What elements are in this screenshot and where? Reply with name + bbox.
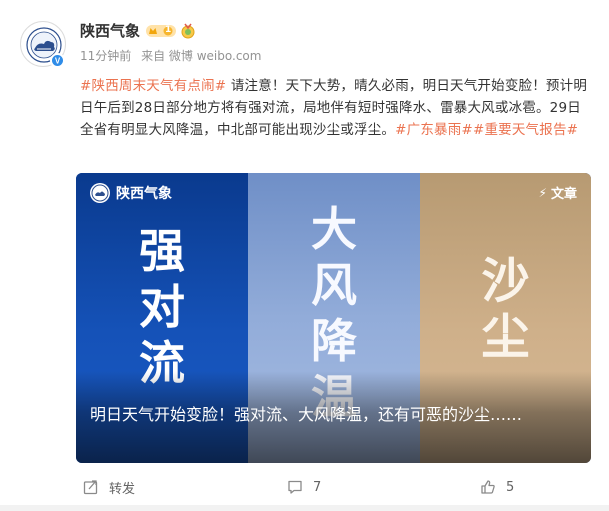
share-button[interactable]: 转发 <box>83 476 135 498</box>
bolt-icon: ⚡ <box>538 185 547 200</box>
like-button[interactable]: 5 <box>480 476 514 498</box>
weibo-post: V 陕西气象 1 11分钟前 来自 微博 weibo.com #陕西周末天气有点… <box>0 0 609 511</box>
svg-text:V: V <box>55 57 61 66</box>
card-brand-label: 陕西气象 <box>116 186 172 202</box>
topic-link[interactable]: #陕西周末天气有点闹# <box>80 78 226 94</box>
comment-count: 7 <box>313 479 322 495</box>
article-tag: ⚡ 文章 <box>538 183 577 203</box>
username[interactable]: 陕西气象 <box>80 21 140 41</box>
like-icon <box>481 480 495 494</box>
share-icon <box>83 480 98 495</box>
verified-icon: V <box>50 53 65 68</box>
level-badge-text: 1 <box>165 25 172 35</box>
comment-button[interactable]: 7 <box>287 476 321 498</box>
card-brand: 陕西气象 <box>90 183 172 203</box>
like-count: 5 <box>506 479 515 495</box>
post-meta: 11分钟前 来自 微博 weibo.com <box>80 48 267 64</box>
medal-icon[interactable] <box>180 23 196 39</box>
comment-icon <box>288 480 302 494</box>
article-tag-label: 文章 <box>550 187 577 202</box>
post-source[interactable]: 来自 微博 weibo.com <box>141 49 261 63</box>
panel-left-text: 强 对 流 <box>139 224 185 390</box>
article-card[interactable]: 强 对 流 大 风 降 温 沙 尘 陕西气象 ⚡ 文章 明日天气开始变脸！强对流… <box>76 173 591 463</box>
topic-link[interactable]: #重要天气报告# <box>473 122 578 138</box>
share-label: 转发 <box>109 481 136 497</box>
divider <box>0 505 609 511</box>
post-time[interactable]: 11分钟前 <box>80 49 131 63</box>
panel-right-text: 沙 尘 <box>481 253 530 365</box>
brand-logo-icon <box>90 183 110 203</box>
topic-link[interactable]: #广东暴雨# <box>395 122 473 138</box>
post-text: #陕西周末天气有点闹# 请注意！天下大势，晴久必雨，明日天气开始变脸！预计明日午… <box>80 75 588 141</box>
crown-badge-icon[interactable] <box>146 24 176 38</box>
action-bar: 转发 7 5 <box>80 476 590 498</box>
article-caption[interactable]: 明日天气开始变脸！强对流、大风降温，还有可恶的沙尘…… <box>90 403 580 427</box>
